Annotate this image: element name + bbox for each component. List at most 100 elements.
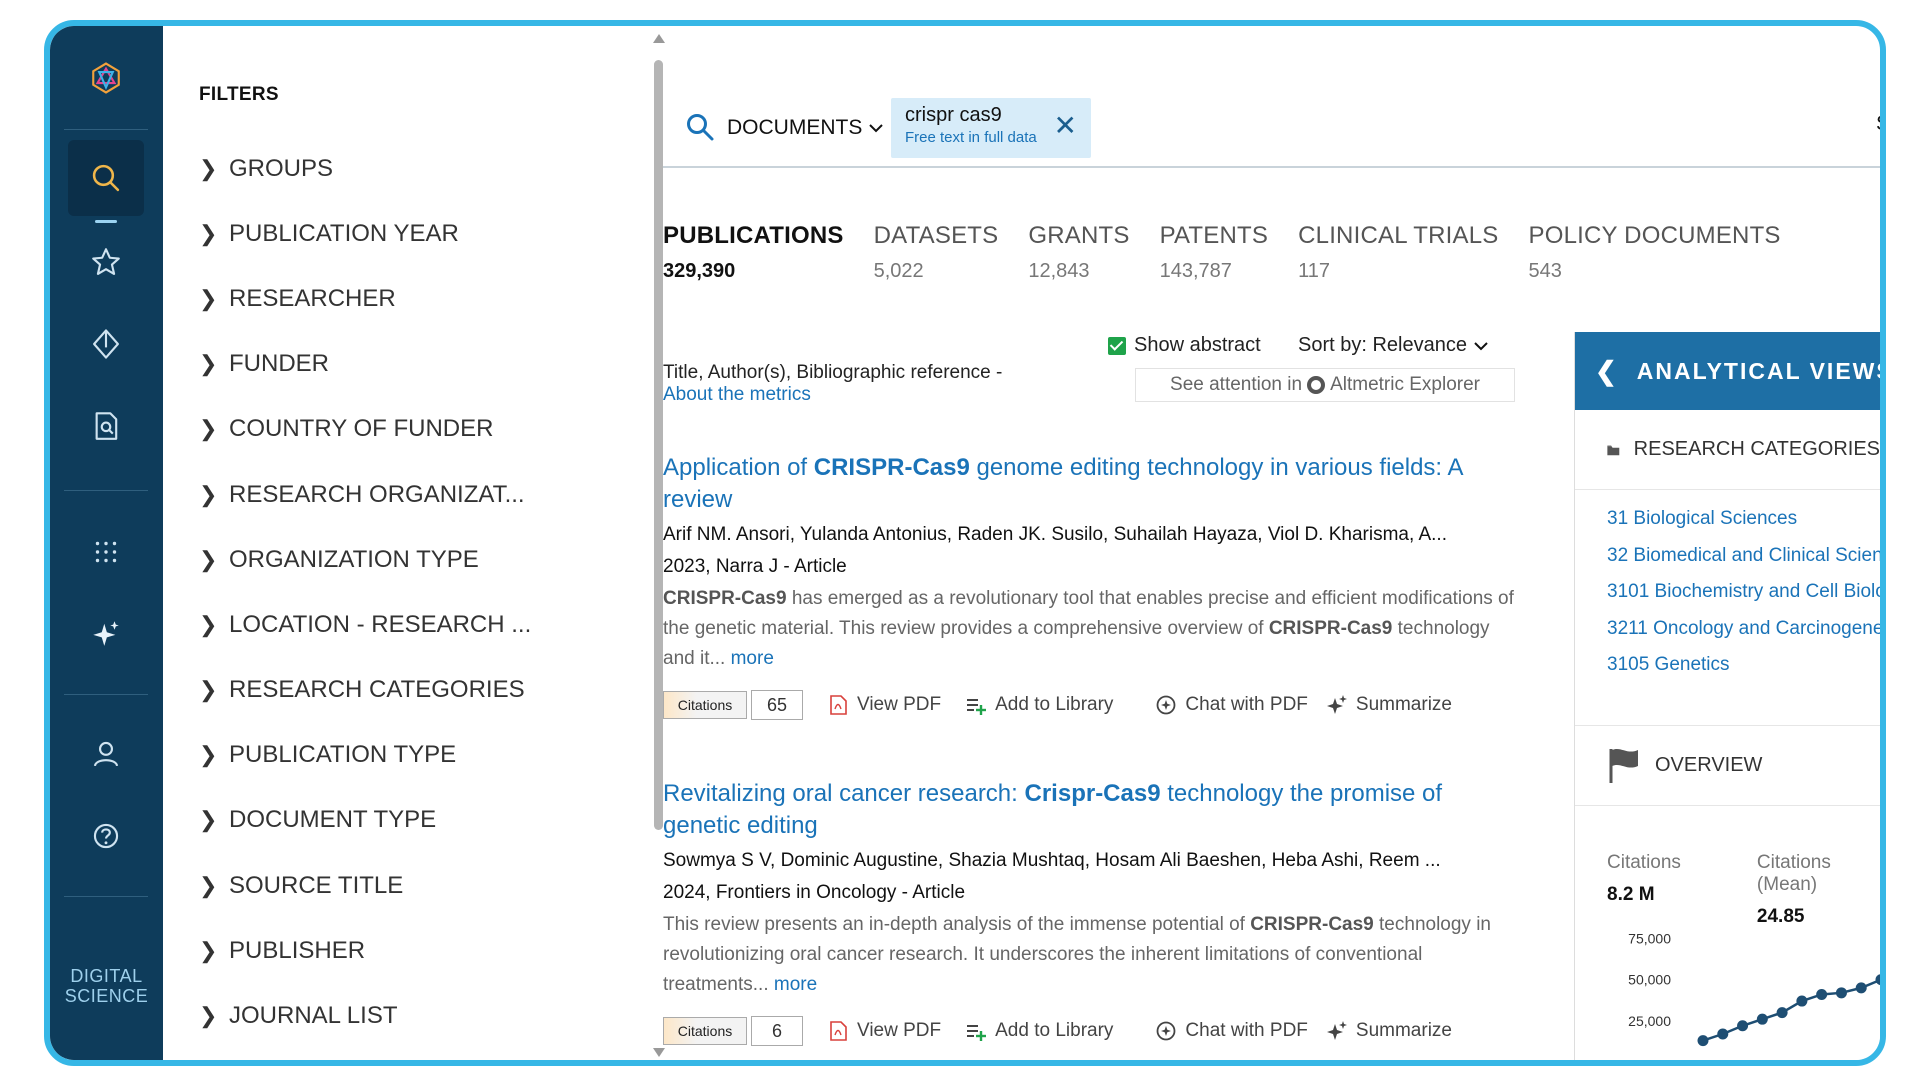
search-nav-icon[interactable] <box>68 140 144 216</box>
tab-publications[interactable]: PUBLICATIONS 329,390 <box>663 222 844 283</box>
result-actions: Citations 65 View PDF Add to Library Chat… <box>663 690 1523 720</box>
sort-select[interactable]: Sort by: Relevance <box>1298 334 1489 357</box>
filter-item[interactable]: ❯ SOURCE TITLE <box>199 853 531 918</box>
dimensions-logo-icon[interactable] <box>68 40 144 116</box>
search-bar: DOCUMENTS crispr cas9 Free text in full … <box>663 94 1880 168</box>
data-point[interactable] <box>1796 995 1808 1007</box>
filter-item[interactable]: ❯ DOCUMENT TYPE <box>199 788 531 853</box>
star-icon[interactable] <box>68 224 144 300</box>
summarize-button[interactable]: Summarize <box>1326 1020 1452 1042</box>
document-search-icon[interactable] <box>68 388 144 464</box>
filter-item[interactable]: ❯ LOCATION - RESEARCH ... <box>199 592 531 657</box>
view-pdf-button[interactable]: View PDF <box>827 1020 941 1042</box>
category-link[interactable]: 3101 Biochemistry and Cell Biology <box>1607 581 1880 618</box>
chevron-down-icon <box>869 124 884 133</box>
view-pdf-label: View PDF <box>857 694 942 715</box>
show-abstract-checkbox[interactable] <box>1108 336 1126 355</box>
category-link[interactable]: 3105 Genetics <box>1607 654 1880 691</box>
citations-badge[interactable]: Citations 65 <box>663 690 803 720</box>
summarize-button[interactable]: Summarize <box>1326 694 1452 716</box>
research-categories-section[interactable]: RESEARCH CATEGORIES <box>1575 410 1880 490</box>
abstract-highlight: CRISPR-Cas9 <box>1268 618 1393 639</box>
compass-icon[interactable] <box>68 306 144 382</box>
chat-icon <box>1157 1021 1176 1041</box>
overview-section[interactable]: OVERVIEW <box>1575 726 1880 806</box>
filter-item[interactable]: ❯ COUNTRY OF FUNDER <box>199 397 531 462</box>
tab-policy-documents[interactable]: POLICY DOCUMENTS 543 <box>1529 222 1781 283</box>
pdf-icon <box>830 695 847 715</box>
altmetric-explorer-link[interactable]: See attention in Altmetric Explorer <box>1135 368 1515 402</box>
filter-item[interactable]: ❯ ORGANIZATION TYPE <box>199 527 531 592</box>
stat-value: 8.2 M <box>1607 884 1655 905</box>
search-icon[interactable] <box>685 112 715 142</box>
title-highlight: CRISPR-Cas9 <box>813 454 970 481</box>
tab-label: POLICY DOCUMENTS <box>1528 222 1781 249</box>
more-link[interactable]: more <box>731 648 774 669</box>
apps-grid-icon[interactable] <box>68 514 144 590</box>
data-point[interactable] <box>1737 1020 1749 1032</box>
folder-icon <box>1607 445 1620 455</box>
tab-label: PATENTS <box>1159 222 1269 249</box>
sparkle-icon <box>1326 695 1347 714</box>
result-title-link[interactable]: Revitalizing oral cancer research: Crisp… <box>663 778 1523 842</box>
chat-with-pdf-button[interactable]: Chat with PDF <box>1155 1020 1308 1042</box>
save-button[interactable]: Save <box>1876 112 1880 136</box>
tab-grants[interactable]: GRANTS 12,843 <box>1028 222 1129 283</box>
help-icon[interactable] <box>68 798 144 874</box>
view-pdf-button[interactable]: View PDF <box>827 694 941 716</box>
category-link[interactable]: 32 Biomedical and Clinical Scien... <box>1607 545 1880 582</box>
document-scope-select[interactable]: DOCUMENTS <box>727 116 884 140</box>
filter-item[interactable]: ❯ FUNDER <box>199 332 531 397</box>
data-point[interactable] <box>1835 987 1847 999</box>
filter-item[interactable]: ❯ PUBLICATION YEAR <box>199 201 531 266</box>
data-point[interactable] <box>1776 1007 1788 1019</box>
stat-citations: Citations 8.2 M <box>1607 852 1681 928</box>
citations-badge[interactable]: Citations 6 <box>663 1016 803 1046</box>
filter-label: COUNTRY OF FUNDER <box>229 415 494 443</box>
ai-sparkle-icon[interactable] <box>68 596 144 672</box>
category-link[interactable]: 3211 Oncology and Carcinogenesis <box>1607 618 1880 655</box>
tab-datasets[interactable]: DATASETS 5,022 <box>874 222 999 283</box>
tab-clinical-trials[interactable]: CLINICAL TRIALS 117 <box>1298 222 1498 283</box>
add-to-library-button[interactable]: Add to Library <box>965 694 1113 716</box>
about-metrics-link[interactable]: About the metrics <box>663 384 1002 406</box>
query-chip[interactable]: crispr cas9 Free text in full data ✕ <box>891 98 1091 158</box>
data-point[interactable] <box>1697 1035 1709 1047</box>
data-point[interactable] <box>1756 1013 1768 1025</box>
close-icon[interactable]: ✕ <box>1054 112 1077 140</box>
chat-with-pdf-button[interactable]: Chat with PDF <box>1155 694 1308 716</box>
data-point[interactable] <box>1717 1028 1729 1040</box>
data-point[interactable] <box>1855 982 1867 994</box>
chat-pdf-label: Chat with PDF <box>1185 694 1308 715</box>
analytical-views-header[interactable]: ❮ ANALYTICAL VIEWS <box>1575 332 1880 410</box>
overview-label: OVERVIEW <box>1655 753 1763 776</box>
user-profile-icon[interactable] <box>68 716 144 792</box>
filter-item[interactable]: ❯ RESEARCH CATEGORIES <box>199 658 531 723</box>
research-categories-label: RESEARCH CATEGORIES <box>1633 438 1880 460</box>
filter-item[interactable]: ❯ RESEARCHER <box>199 266 531 331</box>
filter-label: SOURCE TITLE <box>229 871 404 899</box>
result-title-link[interactable]: Application of CRISPR-Cas9 genome editin… <box>663 452 1523 516</box>
stat-citations-mean: Citations (Mean) 24.85 <box>1757 852 1880 928</box>
filter-item[interactable]: ❯ PUBLISHER <box>199 918 531 983</box>
data-point[interactable] <box>1875 974 1882 986</box>
more-link[interactable]: more <box>774 974 817 995</box>
filter-item[interactable]: ❯ RESEARCH ORGANIZAT... <box>199 462 531 527</box>
data-point[interactable] <box>1816 988 1828 1000</box>
filter-item[interactable]: ❯ GROUPS <box>199 136 531 201</box>
tab-count: 5,022 <box>873 260 924 282</box>
attention-prefix: See attention in <box>1170 374 1303 395</box>
chevron-right-icon: ❯ <box>199 677 218 703</box>
tab-count: 543 <box>1528 260 1562 282</box>
result-tabs: PUBLICATIONS 329,390 DATASETS 5,022 GRANTS… <box>663 222 1811 283</box>
filter-item[interactable]: ❯ JOURNAL LIST <box>199 983 531 1048</box>
show-abstract-toggle[interactable]: Show abstract <box>1108 334 1261 357</box>
title-highlight: Crispr-Cas9 <box>1024 780 1161 807</box>
abstract-highlight: CRISPR-Cas9 <box>1250 914 1374 935</box>
add-to-library-button[interactable]: Add to Library <box>965 1020 1113 1042</box>
tab-patents[interactable]: PATENTS 143,787 <box>1160 222 1269 283</box>
category-link[interactable]: 31 Biological Sciences <box>1607 508 1880 545</box>
y-tick-label: 25,000 <box>1628 1013 1671 1029</box>
filter-item[interactable]: ❯ PUBLICATION TYPE <box>199 723 531 788</box>
chat-pdf-label: Chat with PDF <box>1185 1020 1308 1041</box>
